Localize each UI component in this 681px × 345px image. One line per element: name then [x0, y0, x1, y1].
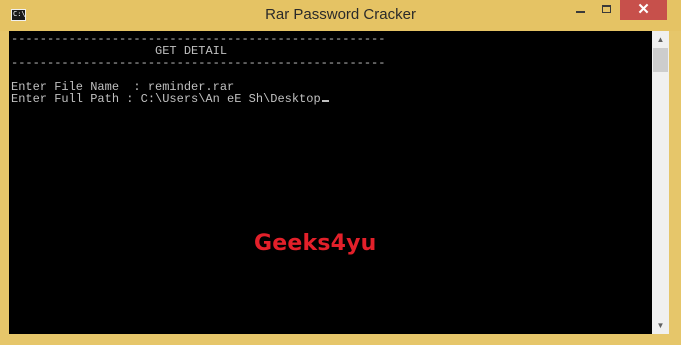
minimize-icon [576, 11, 585, 13]
text-cursor [321, 100, 329, 102]
console-text: ----------------------------------------… [11, 33, 385, 105]
console-window: C:\ Rar Password Cracker ✕ -------------… [0, 0, 681, 345]
close-icon: ✕ [637, 1, 650, 18]
full-path-line: Enter Full Path : C:\Users\An eE Sh\Desk… [11, 92, 329, 106]
watermark-text: Geeks4yu [254, 231, 377, 256]
scroll-down-icon[interactable]: ▼ [652, 317, 669, 334]
window-bottom-frame [0, 334, 681, 345]
maximize-button[interactable] [594, 0, 620, 20]
close-button[interactable]: ✕ [620, 0, 667, 20]
console-output[interactable]: ----------------------------------------… [9, 31, 652, 334]
separator-bottom: ----------------------------------------… [11, 56, 386, 70]
minimize-button[interactable] [567, 0, 594, 20]
title-bar[interactable]: C:\ Rar Password Cracker ✕ [0, 0, 681, 31]
vertical-scrollbar[interactable]: ▲ ▼ [652, 31, 669, 334]
scroll-up-icon[interactable]: ▲ [652, 31, 669, 48]
maximize-icon [602, 5, 611, 13]
scrollbar-thumb[interactable] [653, 48, 668, 72]
full-path-text: Enter Full Path : C:\Users\An eE Sh\Desk… [11, 92, 321, 106]
